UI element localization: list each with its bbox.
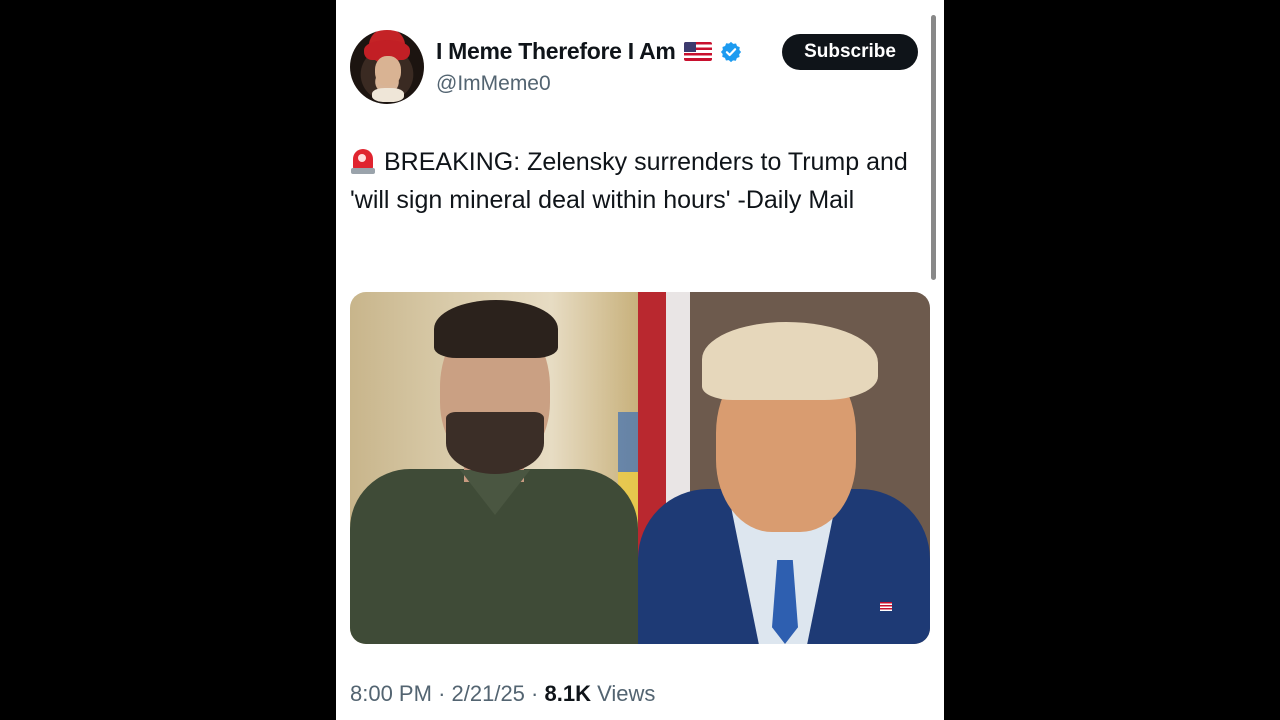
author-avatar[interactable] [350,30,424,104]
tweet-body: BREAKING: Zelensky surrenders to Trump a… [350,143,925,219]
author-handle[interactable]: @ImMeme0 [436,72,551,96]
author-name-row: I Meme Therefore I Am [436,38,742,65]
tweet-time[interactable]: 8:00 PM [350,681,432,706]
avatar-face [375,56,401,86]
meta-separator: · [531,681,539,706]
flag-pin-icon [880,602,892,611]
us-flag-icon [683,42,712,61]
photo-zelensky[interactable] [350,292,638,644]
tweet-meta: 8:00 PM · 2/21/25 · 8.1K Views [350,681,655,707]
tweet-date[interactable]: 2/21/25 [452,681,525,706]
avatar-collar [372,88,404,102]
photo-trump[interactable] [638,292,930,644]
views-count: 8.1K [544,681,591,706]
subscribe-button[interactable]: Subscribe [782,34,918,70]
tweet-text: BREAKING: Zelensky surrenders to Trump a… [350,148,908,214]
verified-badge-icon[interactable] [720,41,742,63]
tweet-card: I Meme Therefore I Am @ImMeme0 Subscribe… [336,0,944,720]
police-siren-icon [350,147,376,175]
meta-separator: · [438,681,446,706]
scrollbar[interactable] [931,15,936,280]
views-label: Views [597,681,656,706]
author-name[interactable]: I Meme Therefore I Am [436,38,676,65]
tweet-media[interactable] [350,292,930,644]
